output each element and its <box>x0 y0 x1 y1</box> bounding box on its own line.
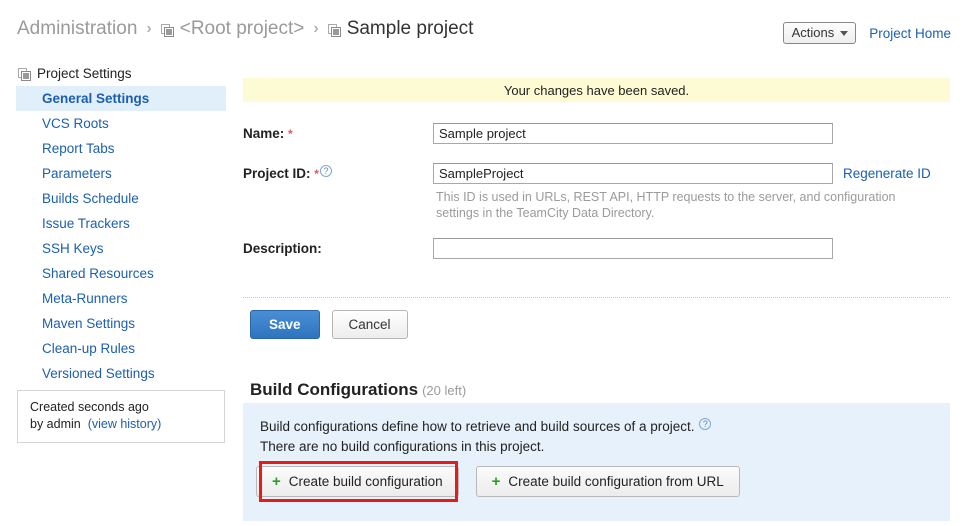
sidebar-item-versioned-settings[interactable]: Versioned Settings <box>16 361 228 386</box>
create-build-configuration-label: Create build configuration <box>288 474 443 489</box>
build-configurations-actions: + Create build configuration + Create bu… <box>256 466 740 497</box>
sidebar-item-maven-settings[interactable]: Maven Settings <box>16 311 228 336</box>
form-divider <box>243 297 950 298</box>
sidebar-item-meta-runners[interactable]: Meta-Runners <box>16 286 228 311</box>
form-button-row: Save Cancel <box>250 310 408 339</box>
plus-icon: + <box>491 473 501 490</box>
create-build-configuration-from-url-button[interactable]: + Create build configuration from URL <box>475 466 740 497</box>
breadcrumb-separator: › <box>146 20 152 37</box>
project-id-field-label: Project ID: *? <box>243 163 433 181</box>
breadcrumb-item-sample-project: Sample project <box>346 18 474 39</box>
page-header: Administration › <Root project> › Sample… <box>0 0 969 54</box>
name-input[interactable] <box>433 123 833 144</box>
project-icon <box>18 68 31 81</box>
project-id-input[interactable] <box>433 163 833 184</box>
project-home-link[interactable]: Project Home <box>869 26 951 41</box>
chevron-down-icon <box>840 31 849 36</box>
created-author: by admin (view history) <box>30 416 214 433</box>
sidebar-title-label: Project Settings <box>37 66 132 81</box>
actions-button-label: Actions <box>791 25 835 40</box>
project-id-hint: This ID is used in URLs, REST API, HTTP … <box>436 190 896 220</box>
build-configurations-description-text: Build configurations define how to retri… <box>260 419 695 434</box>
sidebar-title: Project Settings <box>16 66 228 81</box>
sidebar-item-shared-resources[interactable]: Shared Resources <box>16 261 228 286</box>
breadcrumb-item-administration[interactable]: Administration <box>17 18 137 40</box>
breadcrumb-separator: › <box>313 20 319 37</box>
sidebar-item-general-settings[interactable]: General Settings <box>16 86 226 111</box>
build-configurations-title: Build Configurations <box>250 380 419 399</box>
name-field-label: Name: * <box>243 123 433 141</box>
build-configurations-panel: Build configurations define how to retri… <box>243 403 950 521</box>
save-button[interactable]: Save <box>250 310 320 339</box>
header-actions: Actions Project Home <box>782 22 951 44</box>
breadcrumb-item-root-project[interactable]: <Root project> <box>180 18 305 40</box>
breadcrumb: Administration › <Root project> › Sample… <box>17 18 473 40</box>
sidebar-item-parameters[interactable]: Parameters <box>16 161 228 186</box>
plus-icon: + <box>272 473 281 490</box>
project-id-label-text: Project ID: <box>243 166 311 181</box>
build-configurations-count: (20 left) <box>422 383 467 398</box>
project-icon <box>160 23 174 37</box>
created-author-name: by admin <box>30 417 81 431</box>
build-configurations-description: Build configurations define how to retri… <box>260 417 950 437</box>
sidebar-item-builds-schedule[interactable]: Builds Schedule <box>16 186 228 211</box>
cancel-button[interactable]: Cancel <box>331 310 408 339</box>
required-marker: * <box>288 127 293 141</box>
form-row-project-id: Project ID: *? Regenerate ID <box>243 163 953 184</box>
build-configurations-empty-message: There are no build configurations in thi… <box>260 439 545 454</box>
actions-button[interactable]: Actions <box>782 22 857 44</box>
sidebar-item-issue-trackers[interactable]: Issue Trackers <box>16 211 228 236</box>
sidebar-item-vcs-roots[interactable]: VCS Roots <box>16 111 228 136</box>
form-row-description: Description: <box>243 238 953 259</box>
create-build-configuration-button[interactable]: + Create build configuration <box>256 466 459 497</box>
status-banner: Your changes have been saved. <box>243 78 950 102</box>
form-row-name: Name: * <box>243 123 953 144</box>
sidebar-item-ssh-keys[interactable]: SSH Keys <box>16 236 228 261</box>
created-timestamp: Created seconds ago <box>30 400 149 414</box>
required-marker: * <box>314 167 319 181</box>
sidebar-item-clean-up-rules[interactable]: Clean-up Rules <box>16 336 228 361</box>
description-field-label: Description: <box>243 241 322 256</box>
created-info-box: Created seconds ago by admin (view histo… <box>17 390 225 443</box>
question-mark-icon[interactable]: ? <box>319 165 332 177</box>
description-input[interactable] <box>433 238 833 259</box>
name-label-text: Name: <box>243 126 285 141</box>
view-history-link[interactable]: (view history) <box>88 417 162 431</box>
project-icon <box>327 23 341 37</box>
sidebar: Project Settings General Settings VCS Ro… <box>16 66 228 386</box>
sidebar-item-report-tabs[interactable]: Report Tabs <box>16 136 228 161</box>
question-mark-icon[interactable]: ? <box>699 418 712 430</box>
regenerate-id-link[interactable]: Regenerate ID <box>843 163 931 181</box>
build-configurations-heading: Build Configurations (20 left) <box>250 380 466 400</box>
create-build-configuration-from-url-label: Create build configuration from URL <box>508 474 724 489</box>
